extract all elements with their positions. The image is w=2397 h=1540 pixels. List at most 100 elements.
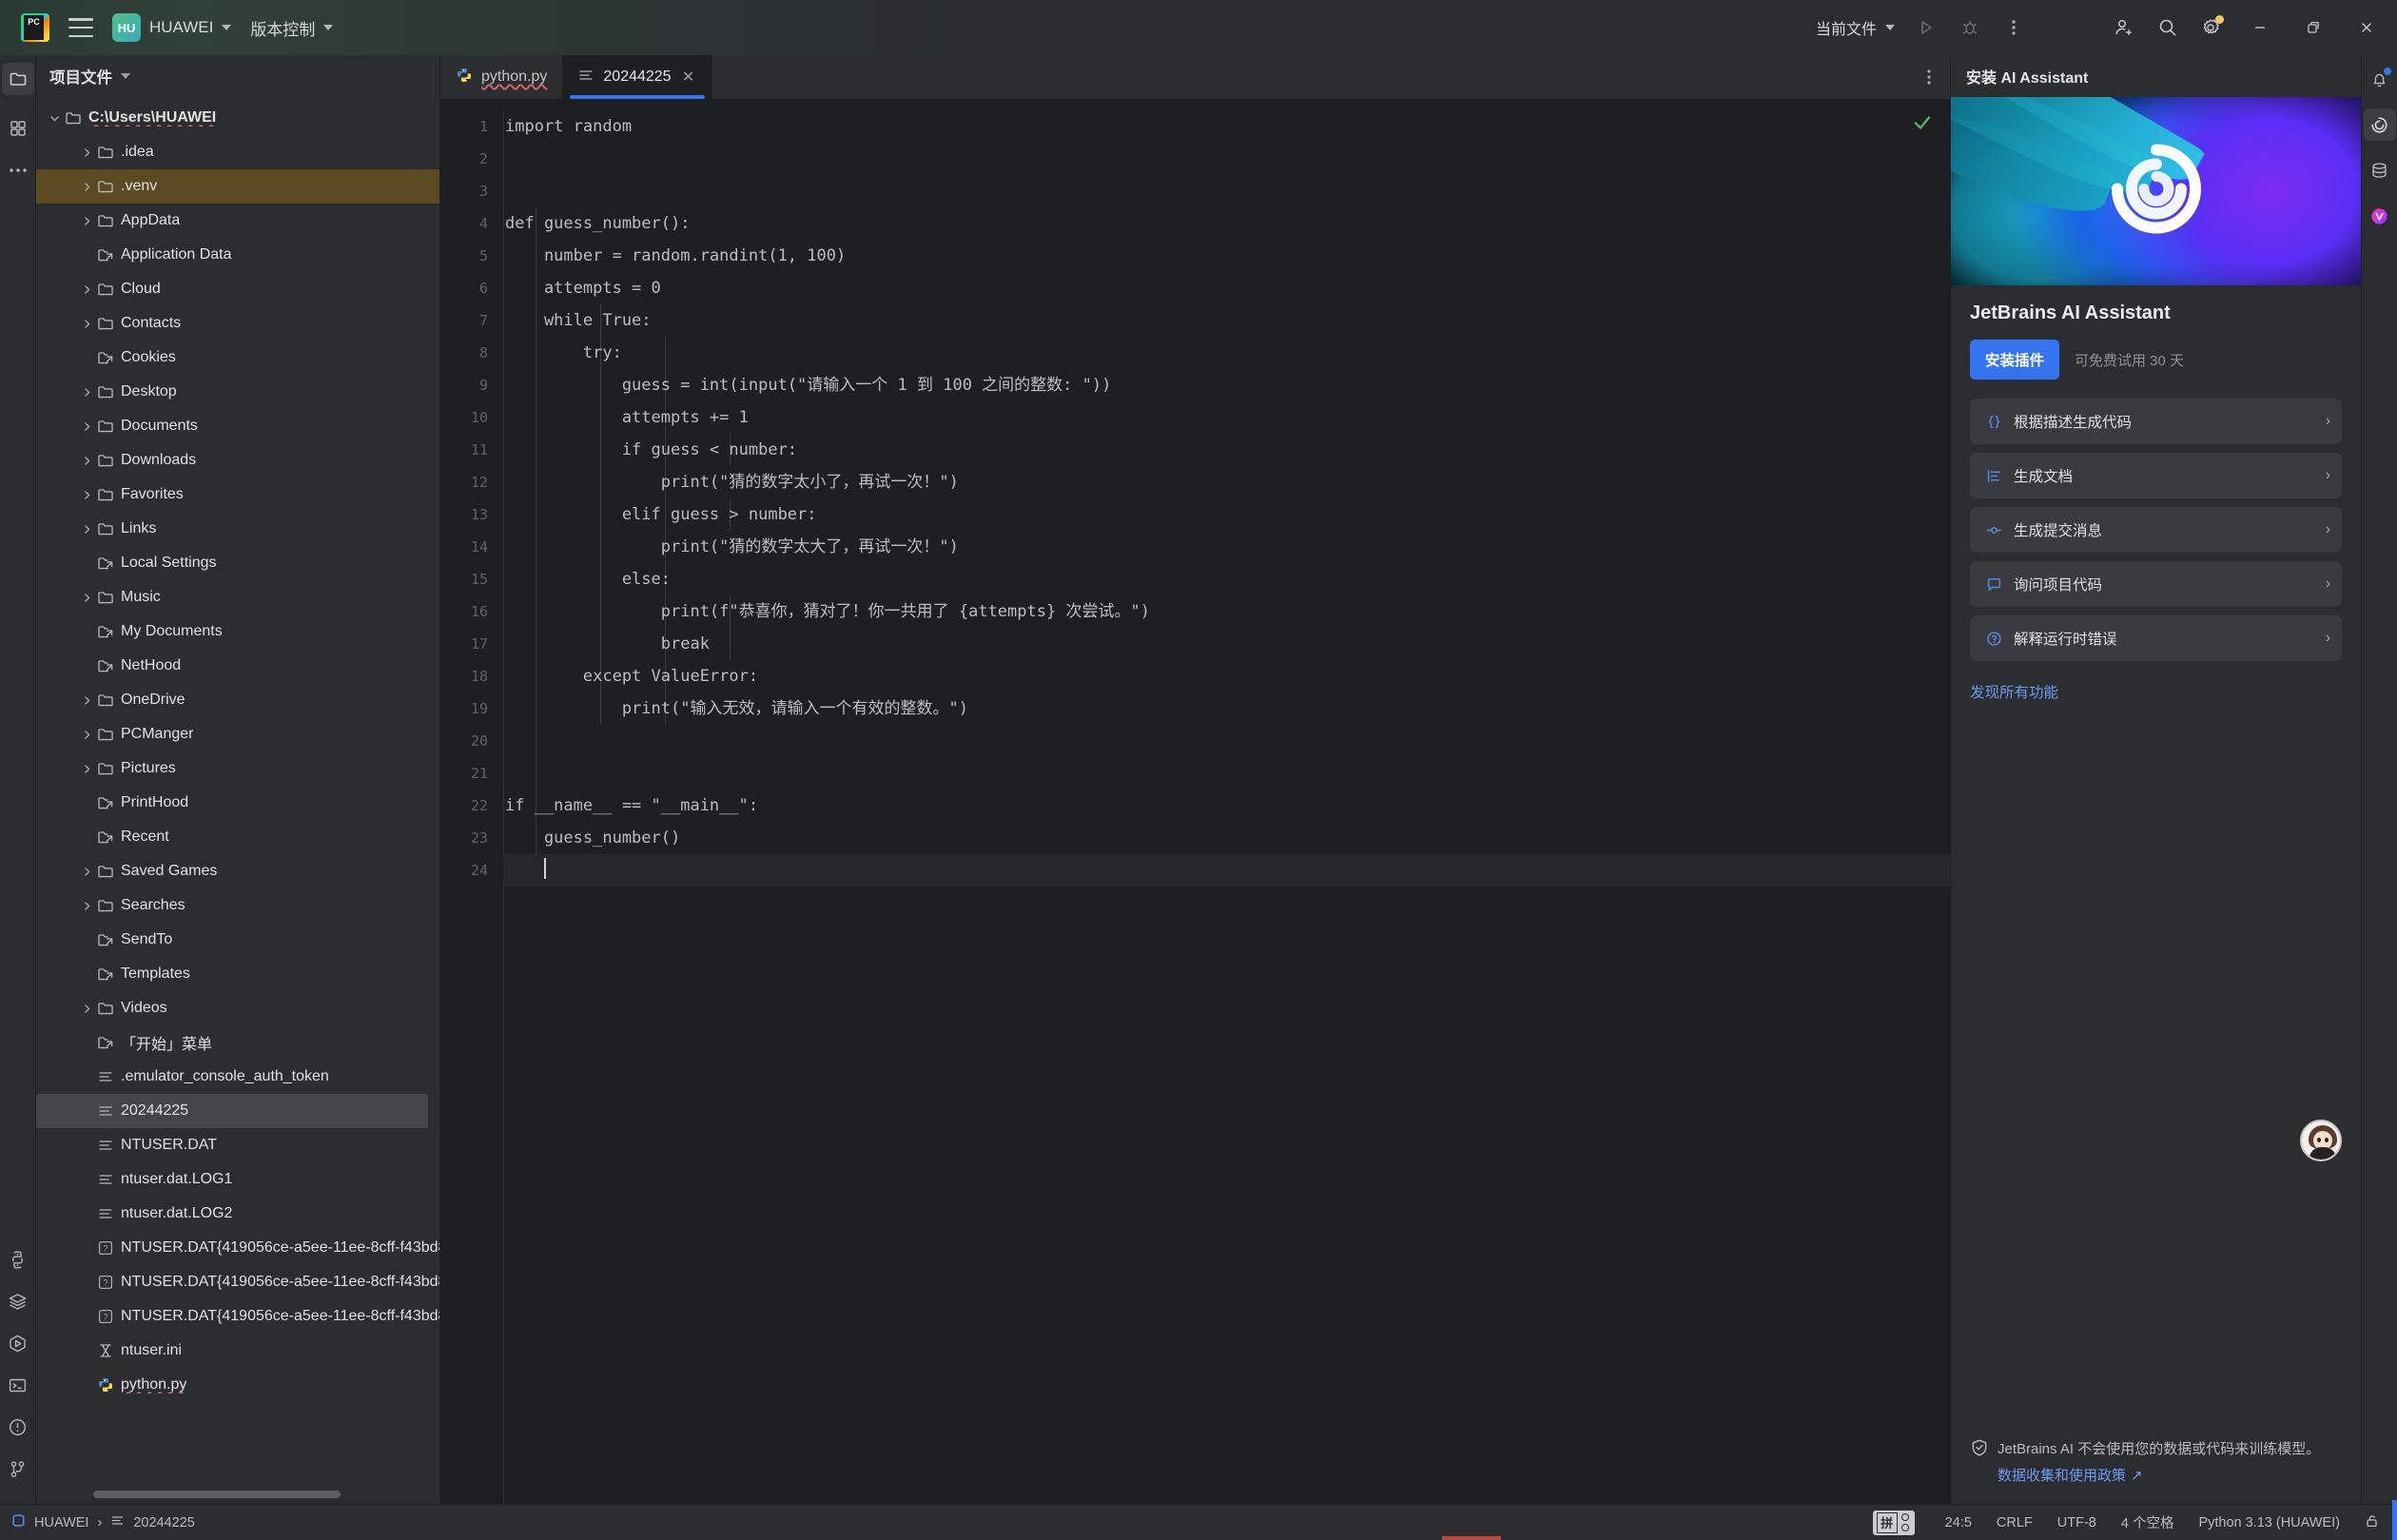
window-close-button[interactable] — [2340, 0, 2393, 55]
sidebar-item-version-control[interactable] — [2, 1452, 34, 1485]
chevron-right-icon[interactable] — [78, 144, 95, 161]
code-line[interactable]: elif guess > number: — [503, 498, 1950, 531]
tree-item[interactable]: NTUSER.DAT — [36, 1128, 439, 1162]
more-actions-button[interactable] — [1992, 6, 2036, 49]
notifications-bell-icon[interactable] — [2364, 63, 2396, 95]
ai-feature-item[interactable]: 询问项目代码› — [1970, 561, 2342, 607]
file-encoding[interactable]: UTF-8 — [2057, 1515, 2096, 1530]
code-line[interactable] — [503, 854, 1950, 887]
settings-icon[interactable] — [2190, 6, 2233, 49]
tree-item[interactable]: python.py — [36, 1368, 439, 1402]
close-icon[interactable]: ✕ — [680, 68, 697, 86]
editor-tab[interactable]: 20244225✕ — [562, 55, 711, 99]
tree-item[interactable]: Saved Games — [36, 854, 439, 888]
chevron-right-icon[interactable] — [78, 315, 95, 332]
tree-item[interactable]: OneDrive — [36, 683, 439, 717]
sidebar-item-problems[interactable] — [2, 1411, 34, 1443]
run-button[interactable] — [1904, 6, 1948, 49]
chevron-right-icon[interactable] — [78, 486, 95, 503]
code-line[interactable] — [503, 143, 1950, 175]
code-line[interactable] — [503, 175, 1950, 207]
code-line[interactable]: print(f"恭喜你，猜对了！你一共用了 {attempts} 次尝试。") — [503, 595, 1950, 628]
code-line[interactable]: print("猜的数字太大了，再试一次！") — [503, 531, 1950, 563]
tree-item[interactable]: Pictures — [36, 751, 439, 786]
code-line[interactable] — [503, 725, 1950, 757]
code-line[interactable]: if __name__ == "__main__": — [503, 789, 1950, 822]
tree-item[interactable]: ntuser.dat.LOG1 — [36, 1162, 439, 1197]
tree-item[interactable]: ?NTUSER.DAT{419056ce-a5ee-11ee-8cff-f43b… — [36, 1299, 439, 1334]
sidebar-item-terminal[interactable] — [2, 1369, 34, 1401]
ai-feature-item[interactable]: 生成文档› — [1970, 453, 2342, 498]
code-line[interactable]: try: — [503, 337, 1950, 369]
sidebar-item-more-tool-windows[interactable] — [2, 154, 34, 186]
tree-item[interactable]: Application Data — [36, 238, 439, 272]
chevron-right-icon[interactable] — [78, 520, 95, 537]
chevron-right-icon[interactable] — [78, 178, 95, 195]
tree-item[interactable]: ntuser.dat.LOG2 — [36, 1197, 439, 1231]
chevron-right-icon[interactable] — [78, 692, 95, 709]
ai-feature-item[interactable]: 生成提交消息› — [1970, 507, 2342, 553]
tree-item[interactable]: PrintHood — [36, 786, 439, 820]
sidebar-item-python-console[interactable] — [2, 1243, 34, 1276]
breadcrumb-project-name[interactable]: HUAWEI — [34, 1515, 88, 1530]
tree-item[interactable]: ?NTUSER.DAT{419056ce-a5ee-11ee-8cff-f43b… — [36, 1265, 439, 1299]
discover-all-features-link[interactable]: 发现所有功能 — [1970, 681, 2058, 702]
tree-item[interactable]: Desktop — [36, 375, 439, 409]
inspection-status-ok-icon[interactable] — [1912, 112, 1933, 138]
tree-item[interactable]: SendTo — [36, 923, 439, 957]
code-line[interactable]: attempts = 0 — [503, 272, 1950, 304]
search-icon[interactable] — [2146, 6, 2190, 49]
chevron-right-icon[interactable] — [78, 418, 95, 435]
tree-item[interactable]: Music — [36, 580, 439, 614]
tree-item-selected[interactable]: .venv — [36, 169, 439, 204]
user-avatar[interactable] — [2300, 1120, 2342, 1161]
tree-item[interactable]: My Documents — [36, 614, 439, 649]
sidebar-item-run[interactable] — [2, 1327, 34, 1359]
sidebar-item-python-packages[interactable] — [2, 1285, 34, 1317]
run-configuration-selector[interactable]: 当前文件 — [1806, 8, 1904, 48]
code-line[interactable]: guess = int(input("请输入一个 1 到 100 之间的整数: … — [503, 369, 1950, 401]
code-line[interactable]: break — [503, 628, 1950, 660]
vcs-widget[interactable]: 版本控制 — [241, 8, 342, 48]
tree-item[interactable]: AppData — [36, 204, 439, 238]
window-minimize-button[interactable] — [2233, 0, 2287, 55]
ai-assistant-icon[interactable] — [2364, 108, 2396, 141]
chevron-right-icon[interactable] — [78, 1000, 95, 1017]
tree-item[interactable]: PCManger — [36, 717, 439, 751]
tree-item[interactable]: .emulator_console_auth_token — [36, 1060, 439, 1094]
tree-item[interactable]: Templates — [36, 957, 439, 991]
tree-item[interactable]: Local Settings — [36, 546, 439, 580]
indent-setting[interactable]: 4 个空格 — [2121, 1512, 2174, 1532]
code-line[interactable]: else: — [503, 563, 1950, 595]
tree-item[interactable]: Cloud — [36, 272, 439, 306]
code-line[interactable]: if guess < number: — [503, 434, 1950, 466]
ai-feature-item[interactable]: 解释运行时错误› — [1970, 615, 2342, 661]
chevron-right-icon[interactable] — [78, 383, 95, 400]
chevron-down-icon[interactable] — [121, 73, 130, 79]
database-icon[interactable] — [2364, 154, 2396, 186]
code-line[interactable]: while True: — [503, 304, 1950, 337]
debug-button[interactable] — [1948, 6, 1992, 49]
chevron-right-icon[interactable] — [78, 589, 95, 606]
ai-chat-icon[interactable] — [2364, 200, 2396, 232]
project-widget[interactable]: HU HUAWEI — [103, 8, 241, 48]
code-line[interactable]: guess_number() — [503, 822, 1950, 854]
chevron-right-icon[interactable] — [78, 452, 95, 469]
tree-item[interactable]: Cookies — [36, 341, 439, 375]
code-editor[interactable]: 123456789101112131415161718192021222324 … — [440, 99, 1950, 1504]
install-plugin-button[interactable]: 安装插件 — [1970, 340, 2059, 380]
python-interpreter[interactable]: Python 3.13 (HUAWEI) — [2198, 1515, 2340, 1530]
tree-item[interactable]: .idea — [36, 135, 439, 169]
code-content[interactable]: import randomdef guess_number(): number … — [503, 99, 1950, 1504]
project-file-tree[interactable]: C:\Users\HUAWEI.idea.venvAppDataApplicat… — [36, 97, 439, 1504]
tree-item[interactable]: ?NTUSER.DAT{419056ce-a5ee-11ee-8cff-f43b… — [36, 1231, 439, 1265]
code-line[interactable]: except ValueError: — [503, 660, 1950, 692]
ai-feature-item[interactable]: 根据描述生成代码› — [1970, 399, 2342, 444]
tree-item[interactable]: Documents — [36, 409, 439, 443]
editor-tab[interactable]: python.py — [440, 55, 562, 99]
sidebar-item-project-files[interactable] — [2, 63, 34, 95]
sidebar-item-commit[interactable] — [2, 112, 34, 145]
tree-item[interactable]: NetHood — [36, 649, 439, 683]
chevron-right-icon[interactable] — [78, 726, 95, 743]
unlocked-icon[interactable] — [2365, 1513, 2380, 1532]
